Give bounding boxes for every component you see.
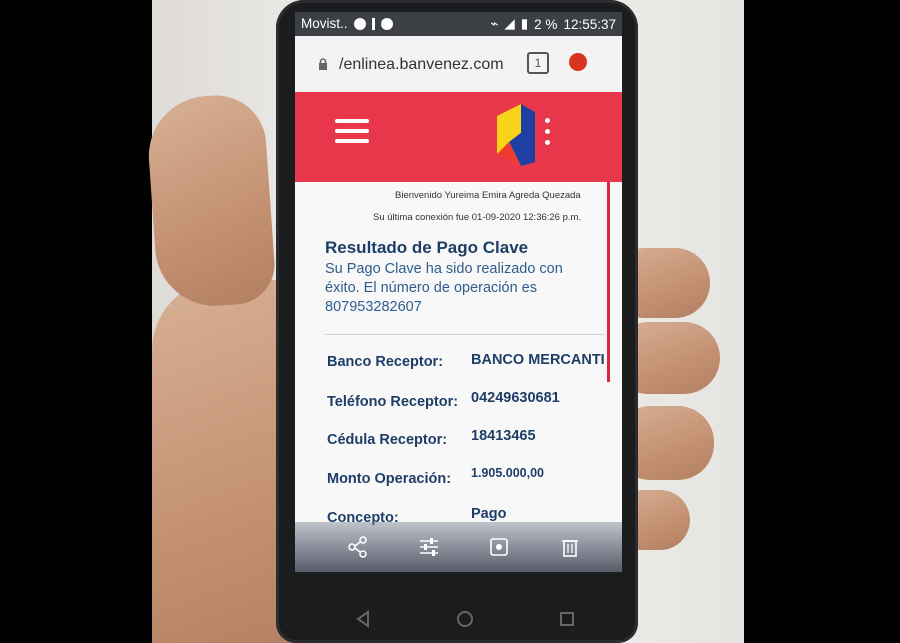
chat-icon	[380, 17, 393, 30]
bank-header	[295, 92, 622, 182]
bank-logo	[497, 104, 535, 166]
notification-icon	[353, 17, 366, 30]
more-options-icon[interactable]	[545, 118, 551, 148]
recents-icon[interactable]	[558, 610, 576, 628]
carrier-label: Movist..	[301, 16, 348, 31]
hand-thumb	[144, 92, 278, 310]
sliders-icon[interactable]	[418, 536, 440, 558]
page-title: Resultado de Pago Clave	[325, 238, 529, 257]
share-icon[interactable]	[347, 536, 369, 558]
lock-icon	[319, 58, 327, 70]
divider	[325, 334, 605, 335]
id-receptor-value: 18413465	[471, 428, 536, 444]
screenshot-toolbar	[295, 522, 622, 572]
back-icon[interactable]	[354, 610, 372, 628]
browser-menu-icon[interactable]	[569, 53, 587, 71]
welcome-text: Bienvenido Yureima Emira Agreda Quezada	[395, 190, 581, 201]
photo-scene: Movist.. ⌁ ◢ ▮ 2 % 12:55:37 /enlinea.ban…	[0, 0, 900, 643]
concept-value: Pago	[471, 506, 507, 522]
android-nav-bar	[336, 606, 596, 634]
alert-icon	[371, 17, 375, 30]
battery-level: 2 %	[534, 16, 558, 32]
status-bar: Movist.. ⌁ ◢ ▮ 2 % 12:55:37	[295, 12, 622, 36]
bank-receptor-value: BANCO MERCANTI	[471, 352, 605, 368]
amount-value: 1.905.000,00	[471, 466, 544, 480]
phone-receptor-label: Teléfono Receptor:	[327, 394, 459, 410]
browser-address-bar[interactable]: /enlinea.banvenez.com 1	[295, 36, 622, 92]
id-receptor-label: Cédula Receptor:	[327, 432, 448, 448]
last-connection-text: Su última conexión fue 01-09-2020 12:36:…	[373, 212, 582, 223]
signal-icon: ◢	[504, 16, 515, 31]
wifi-icon: ⌁	[490, 16, 499, 31]
panel-accent-border	[607, 182, 610, 382]
trash-icon[interactable]	[559, 536, 581, 558]
hamburger-menu-icon[interactable]	[335, 119, 369, 147]
url-text[interactable]: /enlinea.banvenez.com	[339, 56, 504, 74]
tabs-button[interactable]: 1	[527, 52, 549, 74]
bank-receptor-label: Banco Receptor:	[327, 354, 444, 370]
phone-screen: Movist.. ⌁ ◢ ▮ 2 % 12:55:37 /enlinea.ban…	[295, 12, 622, 572]
home-icon[interactable]	[456, 610, 474, 628]
phone-receptor-value: 04249630681	[471, 390, 560, 406]
result-message: Su Pago Clave ha sido realizado con éxit…	[325, 261, 563, 315]
clock: 12:55:37	[563, 16, 616, 32]
crop-icon[interactable]	[488, 536, 510, 558]
amount-label: Monto Operación:	[327, 471, 452, 487]
result-panel: Bienvenido Yureima Emira Agreda Quezada …	[295, 182, 622, 572]
battery-icon: ▮	[520, 16, 529, 31]
